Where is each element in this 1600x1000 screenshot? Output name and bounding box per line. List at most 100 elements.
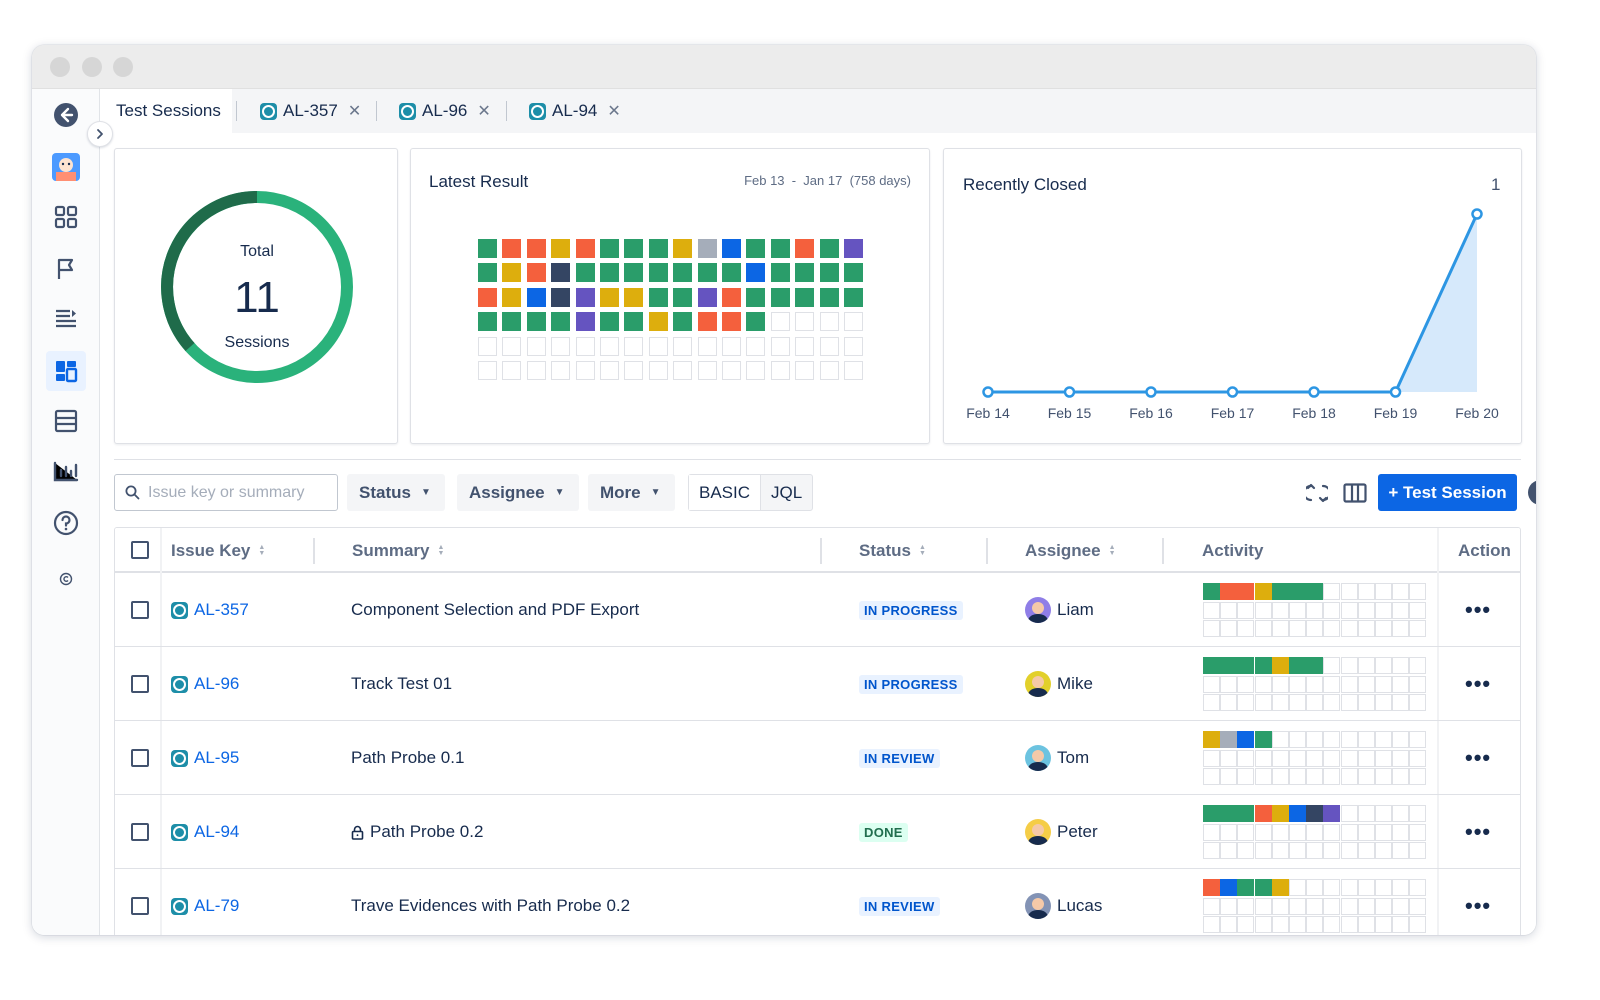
row-checkbox[interactable] (131, 823, 149, 841)
tab-al-94[interactable]: AL-94 ✕ (529, 89, 621, 133)
assignee-name: Liam (1057, 600, 1094, 619)
columns-icon[interactable] (1340, 478, 1370, 508)
activity-cell (1289, 749, 1306, 767)
activity-cell (1357, 675, 1375, 693)
add-test-session-button[interactable]: + Test Session (1378, 474, 1517, 511)
row-checkbox[interactable] (131, 897, 149, 915)
header-assignee[interactable]: Assignee ▲ ▼ (1025, 528, 1116, 573)
row-checkbox[interactable] (131, 749, 149, 767)
tab-test-sessions[interactable]: Test Sessions (100, 89, 232, 133)
reports-icon[interactable] (46, 451, 86, 491)
table-row[interactable]: AL-94 Path Probe 0.2 DONE Peter ••• (115, 795, 1520, 869)
row-checkbox[interactable] (131, 601, 149, 619)
heatmap-cell (844, 263, 863, 283)
close-icon[interactable]: ✕ (348, 101, 361, 121)
activity-cell (1409, 583, 1427, 600)
data-point (982, 386, 994, 398)
activity-cell (1271, 601, 1289, 619)
chevron-down-icon: ▼ (420, 487, 431, 498)
search-input[interactable] (148, 483, 328, 502)
tab-al-96[interactable]: AL-96 ✕ (399, 89, 491, 133)
project-avatar-icon[interactable] (46, 147, 86, 187)
activity-cell (1271, 916, 1289, 933)
issue-key-link[interactable]: AL-357 (194, 600, 249, 620)
sort-icon: ▲ ▼ (437, 543, 445, 557)
sessions-label: Sessions (224, 334, 290, 351)
issue-key-link[interactable]: AL-95 (194, 748, 239, 768)
close-icon[interactable]: ✕ (607, 101, 620, 121)
info-icon[interactable]: i (1528, 480, 1536, 505)
activity-cell (1271, 842, 1289, 859)
header-summary[interactable]: Summary ▲ ▼ (352, 528, 444, 573)
issue-key-link[interactable]: AL-94 (194, 822, 239, 842)
header-issue-key[interactable]: Issue Key ▲ ▼ (171, 528, 265, 573)
activity-cell (1271, 749, 1289, 767)
close-icon[interactable]: ✕ (477, 101, 490, 121)
tab-al-357[interactable]: AL-357 ✕ (260, 89, 361, 133)
activity-cell (1237, 916, 1255, 933)
table-row[interactable]: AL-79 Trave Evidences with Path Probe 0.2… (115, 869, 1520, 935)
search-field[interactable] (114, 474, 338, 511)
basic-mode-button[interactable]: BASIC (689, 475, 762, 510)
more-actions-button[interactable]: ••• (1465, 795, 1491, 869)
avatar (1025, 893, 1051, 919)
status-filter-button[interactable]: Status ▼ (347, 474, 445, 511)
activity-cell (1357, 620, 1375, 637)
activity-cell (1271, 583, 1289, 600)
window-close-dot[interactable] (50, 57, 70, 77)
assignee-filter-button[interactable]: Assignee ▼ (457, 474, 579, 511)
activity-cell (1306, 583, 1324, 600)
more-actions-button[interactable]: ••• (1465, 573, 1491, 647)
apps-icon[interactable] (46, 197, 86, 237)
header-label: Status (859, 540, 911, 560)
table-row[interactable]: AL-96 Track Test 01 IN PROGRESS Mike ••• (115, 647, 1520, 721)
activity-cell (1357, 749, 1375, 767)
more-filter-button[interactable]: More ▼ (588, 474, 675, 511)
activity-cell (1271, 879, 1289, 896)
issue-key-link[interactable]: AL-79 (194, 896, 239, 916)
activity-cell (1220, 916, 1238, 933)
header-status[interactable]: Status ▲ ▼ (859, 528, 926, 573)
select-all-checkbox[interactable] (131, 541, 149, 559)
layout-icon[interactable] (46, 401, 86, 441)
heatmap-cell (551, 336, 571, 356)
heatmap-cell (697, 239, 717, 258)
issue-key-link[interactable]: AL-96 (194, 674, 239, 694)
activity-cell (1323, 601, 1341, 619)
sidebar-collapse-button[interactable] (87, 121, 113, 147)
assignee-cell: Liam (1025, 573, 1094, 647)
heatmap-cell (526, 336, 546, 356)
activity-cell (1306, 916, 1324, 933)
backlog-list-icon[interactable] (46, 299, 86, 339)
row-checkbox[interactable] (131, 675, 149, 693)
header-activity: Activity (1202, 528, 1263, 573)
heatmap-cell (770, 312, 790, 332)
flag-icon[interactable] (46, 249, 86, 289)
copyright-icon[interactable] (46, 559, 86, 599)
activity-cell (1409, 805, 1427, 822)
activity-cell (1289, 675, 1306, 693)
assignee-cell: Tom (1025, 721, 1089, 795)
back-icon[interactable] (46, 95, 86, 135)
filter-label: Status (359, 482, 411, 502)
assignee-name: Mike (1057, 674, 1093, 693)
table-row[interactable]: AL-357 Component Selection and PDF Export… (115, 573, 1520, 647)
window-zoom-dot[interactable] (113, 57, 133, 77)
refresh-icon[interactable] (1302, 478, 1332, 508)
help-icon[interactable] (46, 503, 86, 543)
jql-mode-button[interactable]: JQL (761, 475, 812, 510)
assignee-cell: Peter (1025, 795, 1098, 869)
window-minimize-dot[interactable] (82, 57, 102, 77)
heatmap-cell (673, 239, 693, 258)
status-cell: IN REVIEW (859, 721, 940, 795)
activity-cell (1237, 731, 1255, 748)
more-actions-button[interactable]: ••• (1465, 721, 1491, 795)
table-row[interactable]: AL-95 Path Probe 0.1 IN REVIEW Tom ••• (115, 721, 1520, 795)
dashboard-icon[interactable] (46, 351, 86, 391)
heatmap-cell (600, 361, 619, 380)
more-actions-button[interactable]: ••• (1465, 647, 1491, 721)
more-actions-button[interactable]: ••• (1465, 869, 1491, 935)
activity-grid (1203, 583, 1427, 639)
activity-cell (1375, 879, 1392, 896)
activity-cell (1203, 601, 1220, 619)
